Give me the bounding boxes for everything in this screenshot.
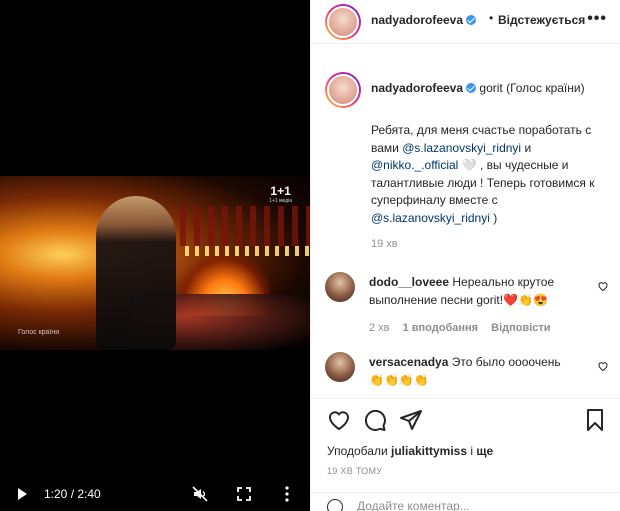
stage-lights — [185, 246, 310, 256]
video-controls: 1:20 / 2:40 — [0, 482, 310, 506]
comment-input[interactable]: Додайте коментар... — [357, 499, 470, 511]
comment-text: versacenadya Это было оооочень 👏👏👏👏 — [369, 354, 569, 389]
channel-logo: 1+1 1+1 медіа — [269, 184, 292, 204]
show-caption-tag: Голос країни — [18, 329, 60, 336]
channel-logo-sub: 1+1 медіа — [269, 198, 292, 204]
separator-dot: • — [489, 11, 494, 25]
bookmark-icon[interactable] — [583, 408, 607, 432]
comment-text: dodo__loveee Нереально крутое выполнение… — [369, 274, 569, 309]
comment-likes[interactable]: 1 вподобання — [403, 322, 478, 334]
following-button[interactable]: Відстежується — [498, 13, 585, 27]
mention-link[interactable]: @s.lazanovskyi_ridnyi — [371, 211, 490, 225]
post-actions — [311, 408, 620, 436]
caption-header: nadyadorofeeva gorit (Голос країни) — [371, 80, 611, 97]
add-comment-bar: Додайте коментар... — [311, 492, 620, 511]
caption-text-part: и — [521, 140, 532, 155]
likes-prefix: Уподобали — [327, 444, 391, 458]
caption-text-part: ) — [489, 210, 498, 225]
paper-plane-icon[interactable] — [399, 408, 423, 432]
comment-meta: 2 хв 1 вподобання Відповісти — [369, 322, 551, 334]
comment-like-heart-icon[interactable] — [597, 360, 609, 372]
commenter-avatar[interactable] — [325, 352, 355, 382]
author-avatar[interactable] — [325, 4, 361, 40]
play-icon[interactable] — [18, 488, 27, 500]
post-timestamp[interactable]: 19 ХВ ТОМУ — [327, 466, 382, 476]
vertical-dots-icon[interactable] — [284, 486, 290, 502]
mention-link[interactable]: @s.lazanovskyi_ridnyi — [402, 141, 521, 155]
commenter-avatar[interactable] — [325, 272, 355, 302]
fullscreen-icon[interactable] — [237, 487, 251, 501]
author-username-text[interactable]: nadyadorofeeva — [371, 13, 463, 27]
caption-username[interactable]: nadyadorofeeva — [371, 81, 463, 95]
reply-button[interactable]: Відповісти — [491, 322, 550, 334]
stage-back-lights — [180, 206, 310, 246]
likes-middle: і — [467, 444, 477, 458]
video-frame[interactable]: 1+1 1+1 медіа Голос країни — [0, 176, 310, 350]
verified-badge-icon — [466, 15, 477, 25]
mention-link[interactable]: @nikko._.official — [371, 158, 458, 172]
caption-author-avatar[interactable] — [325, 72, 361, 108]
author-username[interactable]: nadyadorofeeva — [371, 13, 477, 27]
comment-like-heart-icon[interactable] — [597, 280, 609, 292]
channel-logo-text: 1+1 — [270, 184, 291, 198]
caption-text: Ребята, для меня счастье поработать с ва… — [371, 122, 611, 227]
muted-speaker-icon[interactable] — [192, 486, 208, 502]
verified-badge-icon — [466, 83, 477, 93]
comment-icon[interactable] — [363, 408, 387, 432]
commenter-username[interactable]: dodo__loveee — [369, 275, 449, 289]
commenter-username[interactable]: versacenadya — [369, 355, 448, 369]
post-panel: nadyadorofeeva • Відстежується ••• nadya… — [310, 0, 620, 511]
caption-timestamp[interactable]: 19 хв — [371, 238, 398, 250]
singer-figure — [96, 196, 176, 350]
instagram-post-view: 1+1 1+1 медіа Голос країни 1:20 / 2:40 n… — [0, 0, 620, 511]
emoji-icon[interactable] — [327, 499, 343, 511]
actions-divider — [311, 398, 620, 399]
video-player[interactable]: 1+1 1+1 медіа Голос країни 1:20 / 2:40 — [0, 0, 310, 511]
caption-location: gorit (Голос країни) — [479, 81, 585, 95]
likes-summary: Уподобали juliakittymiss і ще — [327, 444, 493, 458]
heart-icon[interactable] — [327, 408, 351, 432]
more-options-icon[interactable]: ••• — [587, 10, 607, 28]
post-header: nadyadorofeeva • Відстежується ••• — [311, 0, 620, 44]
liked-by-others[interactable]: ще — [476, 444, 493, 458]
comment-time[interactable]: 2 хв — [369, 322, 390, 334]
liked-by-user[interactable]: juliakittymiss — [391, 444, 467, 458]
video-time: 1:20 / 2:40 — [44, 487, 101, 501]
